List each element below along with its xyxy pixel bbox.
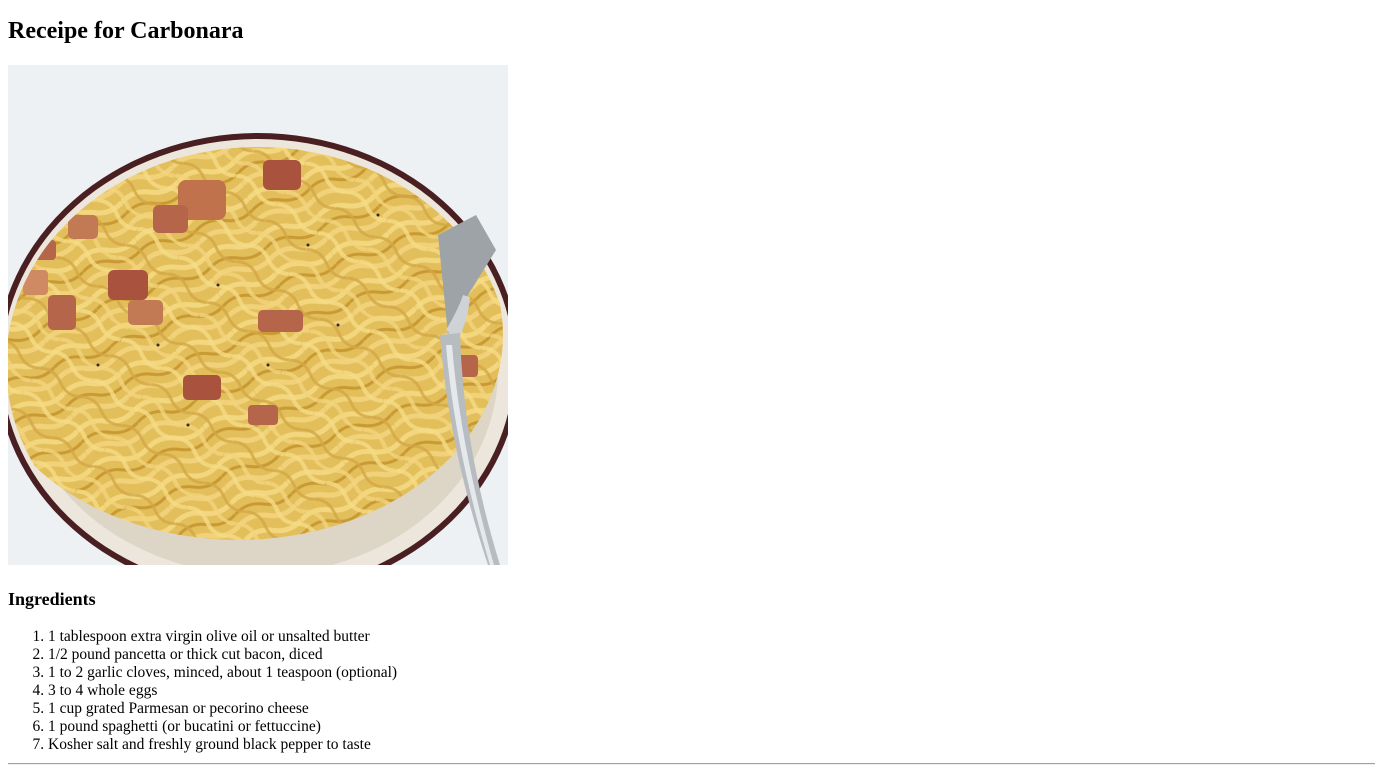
list-item: 3 to 4 whole eggs [48,682,397,700]
page: Receipe for Carbonara Ingredients 1. 1 t… [0,0,1383,771]
list-item: 1 pound spaghetti (or bucatini or fettuc… [48,718,397,736]
list-item: 1 cup grated Parmesan or pecorino cheese [48,700,397,718]
carbonara-photo [8,65,508,565]
ingredients-list: 1 tablespoon extra virgin olive oil or u… [8,628,397,754]
list-item: 1 tablespoon extra virgin olive oil or u… [48,628,397,646]
list-item: Kosher salt and freshly ground black pep… [48,736,397,754]
ingredients-heading: Ingredients [8,589,96,609]
list-item: 1 to 2 garlic cloves, minced, about 1 te… [48,664,397,682]
horizontal-rule [8,763,1375,765]
list-item: 1/2 pound pancetta or thick cut bacon, d… [48,646,397,664]
page-title: Receipe for Carbonara [8,18,244,44]
